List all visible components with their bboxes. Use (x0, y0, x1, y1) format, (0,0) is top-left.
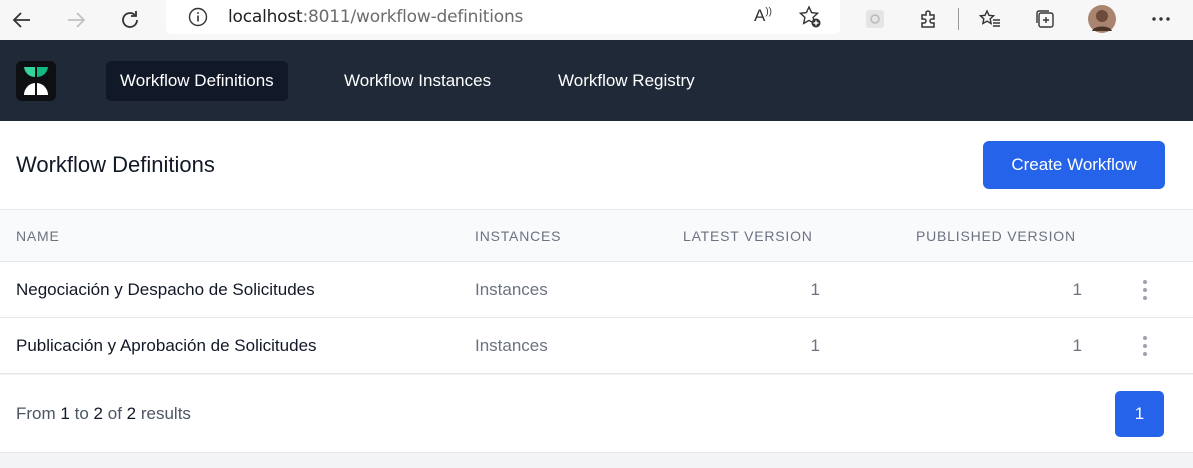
nav-workflow-registry[interactable]: Workflow Registry (544, 61, 709, 101)
page-title: Workflow Definitions (16, 152, 215, 177)
favorites-icon[interactable] (975, 4, 1005, 34)
url-text: localhost:8011/workflow-definitions (228, 7, 523, 27)
create-workflow-button[interactable]: Create Workflow (983, 141, 1165, 189)
extension-icon[interactable] (860, 4, 890, 34)
row-actions-menu-icon[interactable] (1135, 334, 1155, 358)
column-header-name: NAME (16, 228, 60, 244)
profile-avatar[interactable] (1087, 4, 1117, 34)
app-logo-icon[interactable] (16, 61, 56, 101)
latest-version-value: 1 (810, 336, 820, 355)
results-of-label: of (107, 404, 122, 423)
workflow-name-link[interactable]: Publicación y Aprobación de Solicitudes (16, 336, 317, 356)
results-summary: From 1 to 2 of 2 results (16, 404, 191, 424)
page-heading: Workflow Definitions Create Workflow (0, 121, 1193, 210)
page-button-current[interactable]: 1 (1115, 391, 1164, 437)
results-to-value: 2 (93, 404, 103, 423)
results-label: results (140, 404, 191, 423)
results-total-value: 2 (126, 404, 137, 423)
row-actions-menu-icon[interactable] (1135, 278, 1155, 302)
latest-version-value: 1 (810, 280, 820, 299)
url-path: :8011/workflow-definitions (302, 7, 524, 27)
table-row[interactable]: Negociación y Despacho de Solicitudes In… (0, 262, 1193, 318)
column-header-published-version: PUBLISHED VERSION (916, 228, 1076, 244)
collections-icon[interactable] (1030, 4, 1060, 34)
url-host: localhost (228, 7, 303, 27)
instances-link[interactable]: Instances (475, 280, 548, 300)
column-header-latest-version: LATEST VERSION (683, 228, 813, 244)
table-row[interactable]: Publicación y Aprobación de Solicitudes … (0, 318, 1193, 374)
workflow-definitions-table: NAME INSTANCES LATEST VERSION PUBLISHED … (0, 210, 1193, 374)
refresh-icon[interactable] (114, 4, 146, 36)
nav-workflow-definitions[interactable]: Workflow Definitions (106, 61, 288, 101)
results-from-value: 1 (60, 404, 70, 423)
read-aloud-icon[interactable]: A)) (754, 6, 772, 26)
add-favorite-icon[interactable] (798, 5, 822, 34)
instances-link[interactable]: Instances (475, 336, 548, 356)
address-bar[interactable]: localhost:8011/workflow-definitions A)) (166, 0, 840, 34)
results-to-label: to (74, 404, 89, 423)
forward-arrow-icon[interactable] (60, 4, 92, 36)
app-header: Workflow Definitions Workflow Instances … (0, 40, 1193, 121)
extensions-puzzle-icon[interactable] (914, 4, 944, 34)
info-icon[interactable] (188, 7, 208, 32)
pagination-footer: From 1 to 2 of 2 results 1 (0, 375, 1193, 453)
more-options-icon[interactable] (1146, 4, 1176, 34)
table-header: NAME INSTANCES LATEST VERSION PUBLISHED … (0, 210, 1193, 262)
workflow-name-link[interactable]: Negociación y Despacho de Solicitudes (16, 280, 315, 300)
published-version-value: 1 (1072, 280, 1082, 299)
column-header-instances: INSTANCES (475, 228, 562, 244)
browser-toolbar: localhost:8011/workflow-definitions A)) (0, 0, 1193, 40)
nav-workflow-instances[interactable]: Workflow Instances (330, 61, 505, 101)
toolbar-divider (958, 8, 959, 30)
back-arrow-icon[interactable] (6, 4, 38, 36)
published-version-value: 1 (1072, 336, 1082, 355)
results-from-label: From (16, 404, 56, 423)
